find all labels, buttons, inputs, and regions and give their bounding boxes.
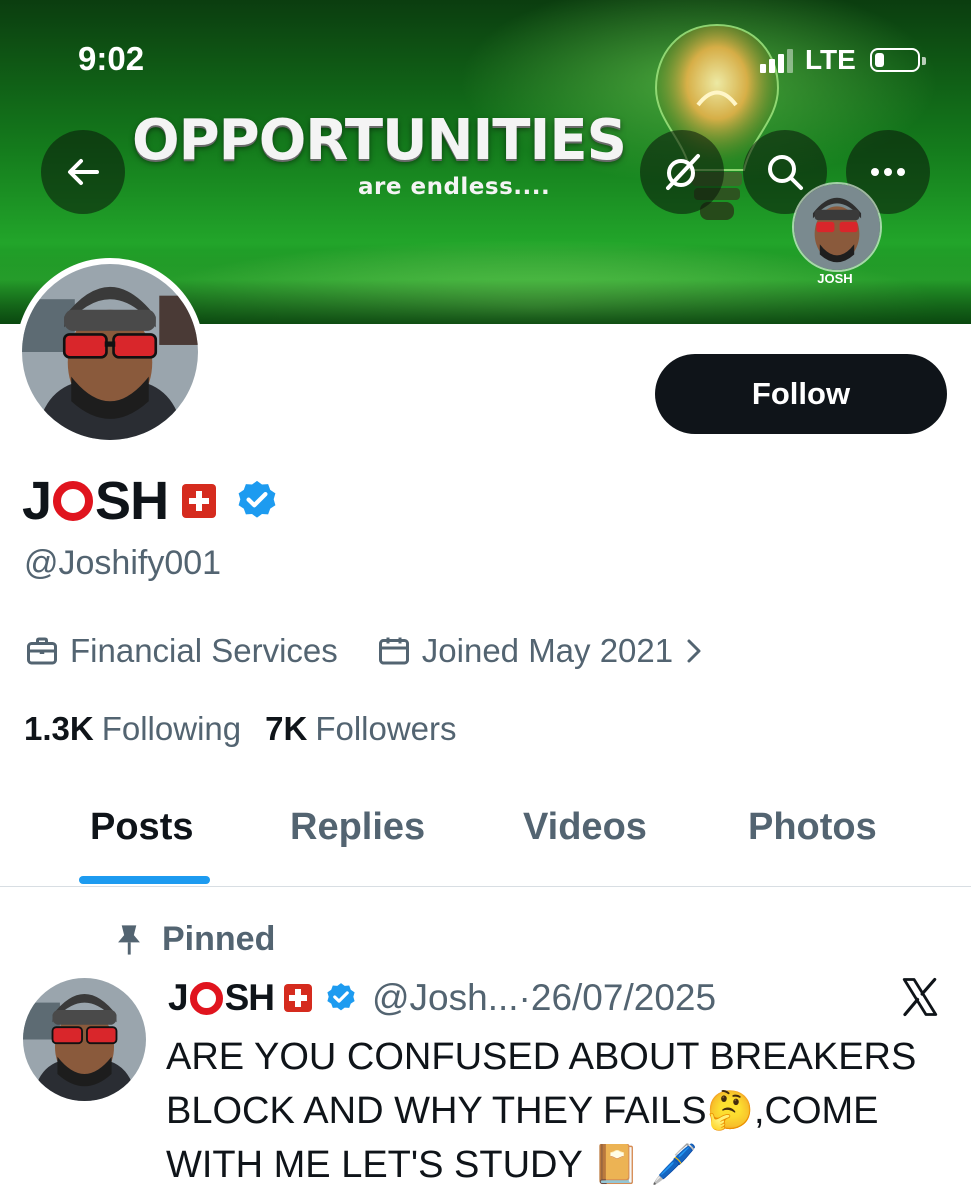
grok-icon [666, 154, 700, 190]
joined-text: Joined May 2021 [421, 632, 674, 669]
post-header: J SH @Josh... · 26/07/2025 [168, 970, 716, 1026]
post-line-2a: BLOCK AND WHY THEY FAILS [166, 1090, 707, 1132]
post-author-name[interactable]: J SH [168, 977, 275, 1019]
profile-meta: Financial Services Joined May 2021 [24, 632, 743, 670]
follow-stats: 1.3K Following 7K Followers [24, 710, 481, 748]
pinned-indicator: Pinned [114, 920, 275, 959]
avatar-image [22, 264, 198, 440]
profile-tabs: Posts Replies Videos Photos [0, 790, 971, 887]
swiss-flag-icon [182, 484, 217, 518]
thinking-emoji: 🤔 [706, 1090, 754, 1132]
status-time: 9:02 [78, 40, 145, 77]
chevron-right-icon [687, 639, 701, 663]
red-circle-icon [53, 481, 94, 521]
banner-subtitle: are endless.... [358, 174, 551, 200]
display-name: J SH [22, 468, 280, 534]
notebook-emoji: 📔 [592, 1144, 641, 1186]
post-line-1: ARE YOU CONFUSED ABOUT BREAKERS [166, 1036, 917, 1078]
back-button[interactable] [41, 130, 125, 214]
swiss-flag-icon [283, 984, 312, 1012]
joined-item[interactable]: Joined May 2021 [376, 632, 705, 670]
name-part-2: SH [95, 471, 169, 531]
back-icon [68, 159, 99, 185]
name-part-1: J [22, 471, 52, 531]
profile-avatar[interactable] [16, 258, 204, 446]
following-label[interactable]: Following [102, 710, 241, 748]
banner-avatar-label: JOSH [817, 271, 853, 286]
category-text: Financial Services [70, 632, 338, 669]
battery-icon [869, 48, 926, 72]
more-icon [871, 168, 905, 176]
verified-badge-icon [327, 983, 355, 1011]
following-count[interactable]: 1.3K [24, 710, 94, 748]
calendar-icon [378, 637, 409, 665]
category-item: Financial Services [24, 632, 338, 670]
status-indicators: LTE [760, 42, 926, 78]
tab-posts[interactable]: Posts [90, 806, 193, 849]
followers-count[interactable]: 7K [265, 710, 307, 748]
active-tab-indicator [79, 876, 210, 884]
post-line-2: BLOCK AND WHY THEY FAILS🤔,COME [166, 1084, 956, 1138]
post-text[interactable]: ARE YOU CONFUSED ABOUT BREAKERS BLOCK AN… [166, 1030, 956, 1192]
post-separator: · [518, 977, 531, 1018]
network-type: LTE [805, 44, 856, 75]
grok-button[interactable] [640, 130, 724, 214]
followers-label[interactable]: Followers [315, 710, 456, 748]
post-line-3-text: WITH ME LET'S STUDY [166, 1144, 583, 1186]
post-name-part-1: J [168, 977, 189, 1018]
briefcase-icon [27, 637, 57, 665]
pin-icon [118, 924, 140, 955]
post-date[interactable]: 26/07/2025 [531, 977, 716, 1019]
tab-photos[interactable]: Photos [748, 806, 877, 849]
tab-videos[interactable]: Videos [523, 806, 647, 849]
banner-avatar-image [792, 182, 882, 272]
pinned-label: Pinned [162, 920, 276, 958]
verified-badge-icon[interactable] [234, 478, 280, 524]
search-icon [768, 155, 803, 190]
pen-emoji: 🖊️ [650, 1144, 698, 1186]
post-line-2b: ,COME [753, 1090, 879, 1132]
red-circle-icon [189, 981, 223, 1015]
follow-button[interactable]: Follow [655, 354, 947, 434]
tab-replies[interactable]: Replies [290, 806, 425, 849]
post-author-avatar[interactable] [23, 978, 146, 1101]
post-name-part-2: SH [224, 977, 275, 1018]
user-handle: @Joshify001 [24, 544, 222, 582]
post-line-3: WITH ME LET'S STUDY 📔 🖊️ [166, 1138, 956, 1192]
display-name-text: J SH [22, 470, 169, 532]
x-logo-icon[interactable] [898, 976, 942, 1018]
post-author-handle: @Josh... [371, 977, 519, 1018]
post-avatar-image [23, 978, 146, 1101]
signal-icon [760, 47, 793, 73]
banner-title: OPPORTUNITIES [132, 108, 627, 173]
